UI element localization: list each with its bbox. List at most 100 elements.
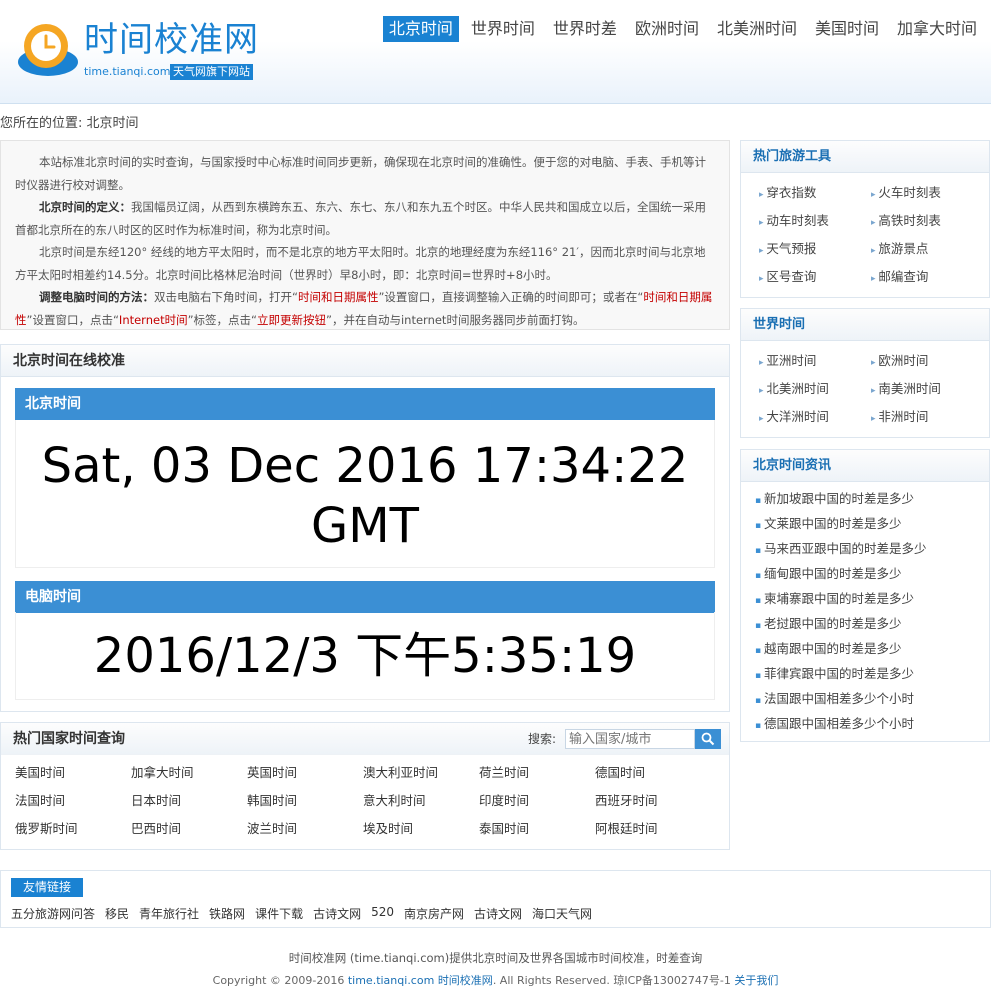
nav-world-time-diff[interactable]: 世界时差 <box>547 16 623 42</box>
country-link[interactable]: 韩国时间 <box>247 791 363 819</box>
intro-paragraph-2: 北京时间的定义：我国幅员辽阔，从西到东横跨东五、东六、东七、东八和东九五个时区。… <box>15 196 715 241</box>
news-item[interactable]: 法国跟中国相差多少个小时 <box>755 690 989 715</box>
country-link[interactable]: 俄罗斯时间 <box>15 819 131 847</box>
friend-link[interactable]: 五分旅游网问答 <box>11 905 95 922</box>
hot-countries-header: 热门国家时间查询 搜索: <box>1 723 729 755</box>
friend-link[interactable]: 铁路网 <box>209 905 245 922</box>
country-link[interactable]: 荷兰时间 <box>479 763 595 791</box>
adjust-text-d: ”标签，点击“ <box>187 312 258 327</box>
clock-logo-icon[interactable] <box>16 18 80 80</box>
highlight-datetime-props: 时间和日期属性 <box>297 290 379 304</box>
country-link[interactable]: 巴西时间 <box>131 819 247 847</box>
news-item[interactable]: 缅甸跟中国的时差是多少 <box>755 565 989 590</box>
news-item[interactable]: 德国跟中国相差多少个小时 <box>755 715 989 740</box>
friend-links-title: 友情链接 <box>11 878 84 897</box>
country-link[interactable]: 西班牙时间 <box>595 791 711 819</box>
intro-box: 本站标准北京时间的实时查询，与国家授时中心标准时间同步更新，确保现在北京时间的准… <box>0 140 730 330</box>
country-link[interactable]: 美国时间 <box>15 763 131 791</box>
news-item[interactable]: 新加坡跟中国的时差是多少 <box>755 490 989 515</box>
country-link[interactable]: 印度时间 <box>479 791 595 819</box>
news-item[interactable]: 老挝跟中国的时差是多少 <box>755 615 989 640</box>
tool-link[interactable]: 天气预报 <box>759 239 871 267</box>
beijing-time-bar: 北京时间 <box>15 388 715 420</box>
adjust-text-a: 双击电脑右下角时间，打开“ <box>154 290 298 304</box>
highlight-update-button: 立即更新按钮 <box>257 312 327 327</box>
world-time-link[interactable]: 欧洲时间 <box>871 351 983 379</box>
country-link[interactable]: 德国时间 <box>595 763 711 791</box>
copyright-text: Copyright © 2009-2016 <box>212 974 345 987</box>
country-link[interactable]: 日本时间 <box>131 791 247 819</box>
news-item[interactable]: 马来西亚跟中国的时差是多少 <box>755 540 989 565</box>
country-link[interactable]: 埃及时间 <box>363 819 479 847</box>
country-link[interactable]: 波兰时间 <box>247 819 363 847</box>
intro-paragraph-4: 调整电脑时间的方法：双击电脑右下角时间，打开“时间和日期属性”设置窗口，直接调整… <box>15 286 715 331</box>
tool-link[interactable]: 穿衣指数 <box>759 183 871 211</box>
definition-label: 北京时间的定义： <box>39 200 131 214</box>
country-link[interactable]: 英国时间 <box>247 763 363 791</box>
friend-link[interactable]: 古诗文网 <box>313 905 361 922</box>
world-time-link[interactable]: 北美洲时间 <box>759 379 871 407</box>
friend-link[interactable]: 古诗文网 <box>474 905 522 922</box>
country-link[interactable]: 法国时间 <box>15 791 131 819</box>
friend-link[interactable]: 520 <box>371 905 394 922</box>
nav-canada-time[interactable]: 加拿大时间 <box>891 16 983 42</box>
news-item[interactable]: 柬埔寨跟中国的时差是多少 <box>755 590 989 615</box>
footer-site-url[interactable]: time.tianqi.com <box>348 974 434 987</box>
calibration-title: 北京时间在线校准 <box>1 345 729 377</box>
friend-link[interactable]: 海口天气网 <box>532 905 592 922</box>
site-header: 时间校准网 time.tianqi.com 天气网旗下网站 北京时间 世界时间 … <box>0 0 991 104</box>
nav-world-time[interactable]: 世界时间 <box>465 16 541 42</box>
friend-link[interactable]: 青年旅行社 <box>139 905 199 922</box>
tool-link[interactable]: 邮编查询 <box>871 267 983 295</box>
search-label: 搜索: <box>528 732 557 746</box>
world-time-link[interactable]: 非洲时间 <box>871 407 983 435</box>
main-nav: 北京时间 世界时间 世界时差 欧洲时间 北美洲时间 美国时间 加拿大时间 <box>377 16 983 42</box>
nav-usa-time[interactable]: 美国时间 <box>809 16 885 42</box>
news-item[interactable]: 文莱跟中国的时差是多少 <box>755 515 989 540</box>
country-link[interactable]: 泰国时间 <box>479 819 595 847</box>
tool-link[interactable]: 火车时刻表 <box>871 183 983 211</box>
travel-tools-box: 热门旅游工具 穿衣指数 火车时刻表 动车时刻表 高铁时刻表 天气预报 旅游景点 … <box>740 140 990 298</box>
footer-site-name[interactable]: 时间校准网 <box>438 974 493 987</box>
country-link[interactable]: 阿根廷时间 <box>595 819 711 847</box>
tool-link[interactable]: 高铁时刻表 <box>871 211 983 239</box>
tool-link[interactable]: 动车时刻表 <box>759 211 871 239</box>
search-input[interactable] <box>565 729 695 749</box>
world-time-box: 世界时间 亚洲时间 欧洲时间 北美洲时间 南美洲时间 大洋洲时间 非洲时间 <box>740 308 990 438</box>
world-time-link[interactable]: 大洋洲时间 <box>759 407 871 435</box>
country-link[interactable]: 澳大利亚时间 <box>363 763 479 791</box>
about-us-link[interactable]: 关于我们 <box>734 974 778 987</box>
news-list: 新加坡跟中国的时差是多少 文莱跟中国的时差是多少 马来西亚跟中国的时差是多少 缅… <box>741 482 989 740</box>
beijing-time-news-box: 北京时间资讯 新加坡跟中国的时差是多少 文莱跟中国的时差是多少 马来西亚跟中国的… <box>740 449 990 742</box>
news-item[interactable]: 越南跟中国的时差是多少 <box>755 640 989 665</box>
nav-north-america-time[interactable]: 北美洲时间 <box>711 16 803 42</box>
search-button[interactable] <box>695 729 721 749</box>
friend-link[interactable]: 南京房产网 <box>404 905 464 922</box>
adjust-text-c: ”设置窗口，点击“ <box>26 312 119 327</box>
friend-link[interactable]: 移民 <box>105 905 129 922</box>
site-title[interactable]: 时间校准网 <box>84 18 259 62</box>
travel-tools-list: 穿衣指数 火车时刻表 动车时刻表 高铁时刻表 天气预报 旅游景点 区号查询 邮编… <box>741 173 989 295</box>
nav-beijing-time[interactable]: 北京时间 <box>382 16 459 42</box>
tool-link[interactable]: 区号查询 <box>759 267 871 295</box>
news-title: 北京时间资讯 <box>741 450 989 482</box>
computer-time-display: 2016/12/3 下午5:35:19 <box>15 612 715 700</box>
country-list: 美国时间 加拿大时间 英国时间 澳大利亚时间 荷兰时间 德国时间 法国时间 日本… <box>15 763 715 847</box>
friend-links-panel: 友情链接 五分旅游网问答 移民 青年旅行社 铁路网 课件下载 古诗文网 520 … <box>0 870 991 928</box>
rights-text: . All Rights Reserved. 琼ICP备13002747号-1 <box>492 974 731 987</box>
adjust-text-e: ”，并在自动与internet时间服务器同步前面打钩。 <box>326 312 585 327</box>
country-link[interactable]: 加拿大时间 <box>131 763 247 791</box>
world-time-link[interactable]: 南美洲时间 <box>871 379 983 407</box>
tool-link[interactable]: 旅游景点 <box>871 239 983 267</box>
world-time-link[interactable]: 亚洲时间 <box>759 351 871 379</box>
country-link[interactable]: 意大利时间 <box>363 791 479 819</box>
world-time-list: 亚洲时间 欧洲时间 北美洲时间 南美洲时间 大洋洲时间 非洲时间 <box>741 341 989 435</box>
highlight-internet-time: Internet时间 <box>118 312 188 327</box>
news-item[interactable]: 菲律宾跟中国的时差是多少 <box>755 665 989 690</box>
footer-copyright: Copyright © 2009-2016 time.tianqi.com 时间… <box>0 972 991 988</box>
friend-link[interactable]: 课件下载 <box>255 905 303 922</box>
nav-europe-time[interactable]: 欧洲时间 <box>629 16 705 42</box>
hot-countries-panel: 热门国家时间查询 搜索: 美国时间 加拿大时间 英国时间 澳大利亚时间 荷兰时间… <box>0 722 730 850</box>
friend-links-list: 五分旅游网问答 移民 青年旅行社 铁路网 课件下载 古诗文网 520 南京房产网… <box>11 905 602 922</box>
search-icon <box>701 732 715 746</box>
